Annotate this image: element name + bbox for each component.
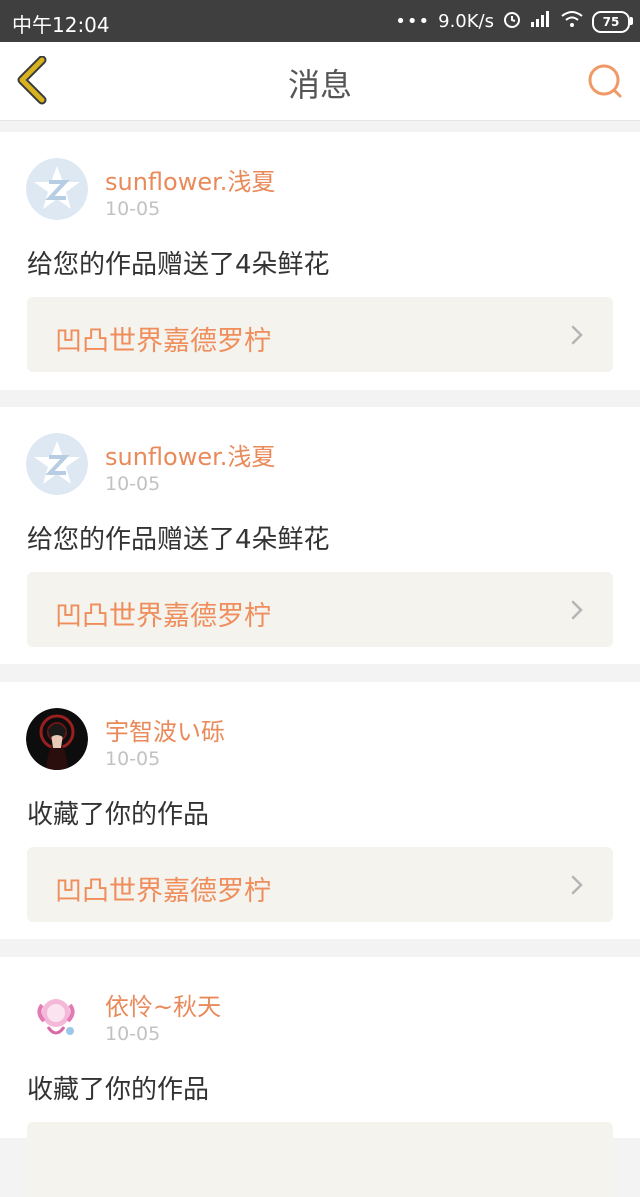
avatar[interactable] xyxy=(26,158,88,220)
nav-bar: 消息 xyxy=(0,42,640,121)
username[interactable]: sunflower.浅夏 xyxy=(105,437,275,472)
message-text: 给您的作品赠送了4朵鲜花 xyxy=(27,250,330,280)
avatar[interactable] xyxy=(26,433,88,495)
anime-character-avatar-icon xyxy=(26,708,88,770)
page-title: 消息 xyxy=(287,66,352,104)
message-card: sunflower.浅夏 10-05 给您的作品赠送了4朵鲜花 凹凸世界嘉德罗柠 xyxy=(0,132,640,390)
pink-character-avatar-icon xyxy=(26,983,88,1045)
qq-zone-avatar-icon xyxy=(26,158,88,220)
status-time: 中午12:04 xyxy=(12,13,110,37)
search-icon xyxy=(588,64,622,98)
qq-zone-avatar-icon xyxy=(26,433,88,495)
chevron-right-icon xyxy=(571,875,583,895)
message-card: sunflower.浅夏 10-05 给您的作品赠送了4朵鲜花 凹凸世界嘉德罗柠 xyxy=(0,407,640,664)
message-date: 10-05 xyxy=(105,1023,161,1045)
message-date: 10-05 xyxy=(105,198,161,220)
work-title: 凹凸世界嘉德罗柠 xyxy=(55,326,271,357)
work-link[interactable]: 凹凸世界嘉德罗柠 xyxy=(27,847,613,922)
chevron-right-icon xyxy=(571,325,583,345)
notification-dots-icon: ••• xyxy=(395,11,431,32)
work-link[interactable] xyxy=(27,1122,613,1197)
message-card: 依怜~秋天 10-05 收藏了你的作品 xyxy=(0,957,640,1197)
signal-icon xyxy=(530,10,552,33)
message-card: 宇智波い砾 10-05 收藏了你的作品 凹凸世界嘉德罗柠 xyxy=(0,682,640,939)
search-button[interactable] xyxy=(586,62,626,102)
message-text: 收藏了你的作品 xyxy=(27,1075,210,1105)
username[interactable]: 依怜~秋天 xyxy=(105,987,221,1022)
status-bar: 中午12:04 ••• 9.0K/s 75 xyxy=(0,0,640,42)
work-link[interactable]: 凹凸世界嘉德罗柠 xyxy=(27,572,613,647)
wifi-icon xyxy=(560,10,584,33)
work-title: 凹凸世界嘉德罗柠 xyxy=(55,601,271,632)
work-title: 凹凸世界嘉德罗柠 xyxy=(55,876,271,907)
network-speed: 9.0K/s xyxy=(438,11,494,32)
status-icons: ••• 9.0K/s 75 xyxy=(395,9,633,34)
avatar[interactable] xyxy=(26,983,88,1045)
alarm-icon xyxy=(502,9,522,34)
work-link[interactable]: 凹凸世界嘉德罗柠 xyxy=(27,297,613,372)
message-date: 10-05 xyxy=(105,473,161,495)
username[interactable]: 宇智波い砾 xyxy=(105,712,225,747)
chevron-right-icon xyxy=(571,600,583,620)
avatar[interactable] xyxy=(26,708,88,770)
message-text: 收藏了你的作品 xyxy=(27,800,210,830)
message-text: 给您的作品赠送了4朵鲜花 xyxy=(27,525,330,555)
battery-icon: 75 xyxy=(592,10,633,33)
message-date: 10-05 xyxy=(105,748,161,770)
username[interactable]: sunflower.浅夏 xyxy=(105,162,275,197)
